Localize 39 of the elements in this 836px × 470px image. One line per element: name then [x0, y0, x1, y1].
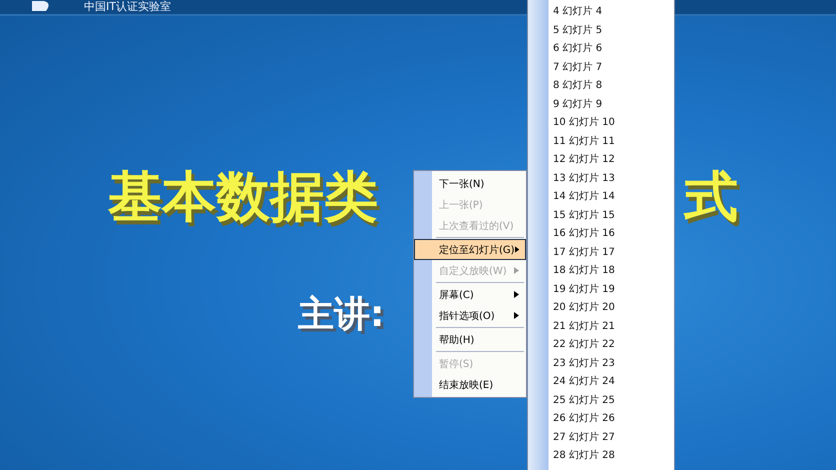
menu-item[interactable]: 11 幻灯片 11 — [528, 132, 674, 151]
submenu-arrow-icon — [514, 267, 519, 274]
menu-item[interactable]: 21 幻灯片 21 — [528, 318, 674, 336]
menu-item[interactable]: 9 幻灯片 9 — [528, 96, 674, 114]
slide-title: 式 — [684, 166, 738, 228]
menu-item[interactable]: 28 幻灯片 28 — [528, 447, 674, 466]
menu-item[interactable]: 结束放映(E) — [414, 374, 526, 395]
menu-item[interactable]: 16 幻灯片 16 — [528, 225, 674, 244]
slide-title: 基本数据类 — [108, 166, 378, 228]
menu-item[interactable]: 7 幻灯片 7 — [528, 58, 674, 77]
menu-item[interactable]: 12 幻灯片 12 — [528, 151, 674, 170]
menu-item[interactable]: 4 幻灯片 4 — [528, 3, 674, 22]
menu-item[interactable]: 帮助(H) — [414, 329, 526, 350]
header-title: 中国IT认证实验室 — [84, 1, 171, 13]
menu-item[interactable]: 27 幻灯片 27 — [528, 428, 674, 447]
menu-item[interactable]: 24 幻灯片 24 — [528, 373, 674, 392]
menu-item[interactable]: 20 幻灯片 20 — [528, 299, 674, 318]
menu-item[interactable]: 26 幻灯片 26 — [528, 410, 674, 428]
menu-item[interactable]: 5 幻灯片 5 — [528, 22, 674, 40]
slide-subtitle: 主讲: — [298, 294, 384, 335]
menu-item[interactable]: 18 幻灯片 18 — [528, 262, 674, 280]
submenu-arrow-icon — [514, 312, 519, 319]
menu-item[interactable]: 25 幻灯片 25 — [528, 392, 674, 410]
submenu-arrow-icon — [514, 291, 519, 298]
menu-item[interactable]: 15 幻灯片 15 — [528, 206, 674, 225]
submenu-arrow-icon — [514, 246, 519, 253]
menu-item[interactable]: 8 幻灯片 8 — [528, 77, 674, 96]
menu-item[interactable]: 14 幻灯片 14 — [528, 188, 674, 206]
menu-item[interactable]: 22 幻灯片 22 — [528, 336, 674, 354]
menu-item[interactable]: 指针选项(O) — [414, 305, 526, 326]
menu-item[interactable]: 屏幕(C) — [414, 284, 526, 305]
menu-item[interactable]: 10 幻灯片 10 — [528, 114, 674, 132]
menu-item[interactable]: 下一张(N) — [414, 173, 526, 194]
menu-item[interactable]: 19 幻灯片 19 — [528, 280, 674, 299]
menu-item[interactable]: 23 幻灯片 23 — [528, 354, 674, 373]
menu-item[interactable]: 6 幻灯片 6 — [528, 40, 674, 58]
menu-item[interactable]: 17 幻灯片 17 — [528, 244, 674, 262]
menu-item[interactable]: 定位至幻灯片(G) — [414, 239, 526, 260]
menu-item[interactable]: 13 幻灯片 13 — [528, 170, 674, 188]
